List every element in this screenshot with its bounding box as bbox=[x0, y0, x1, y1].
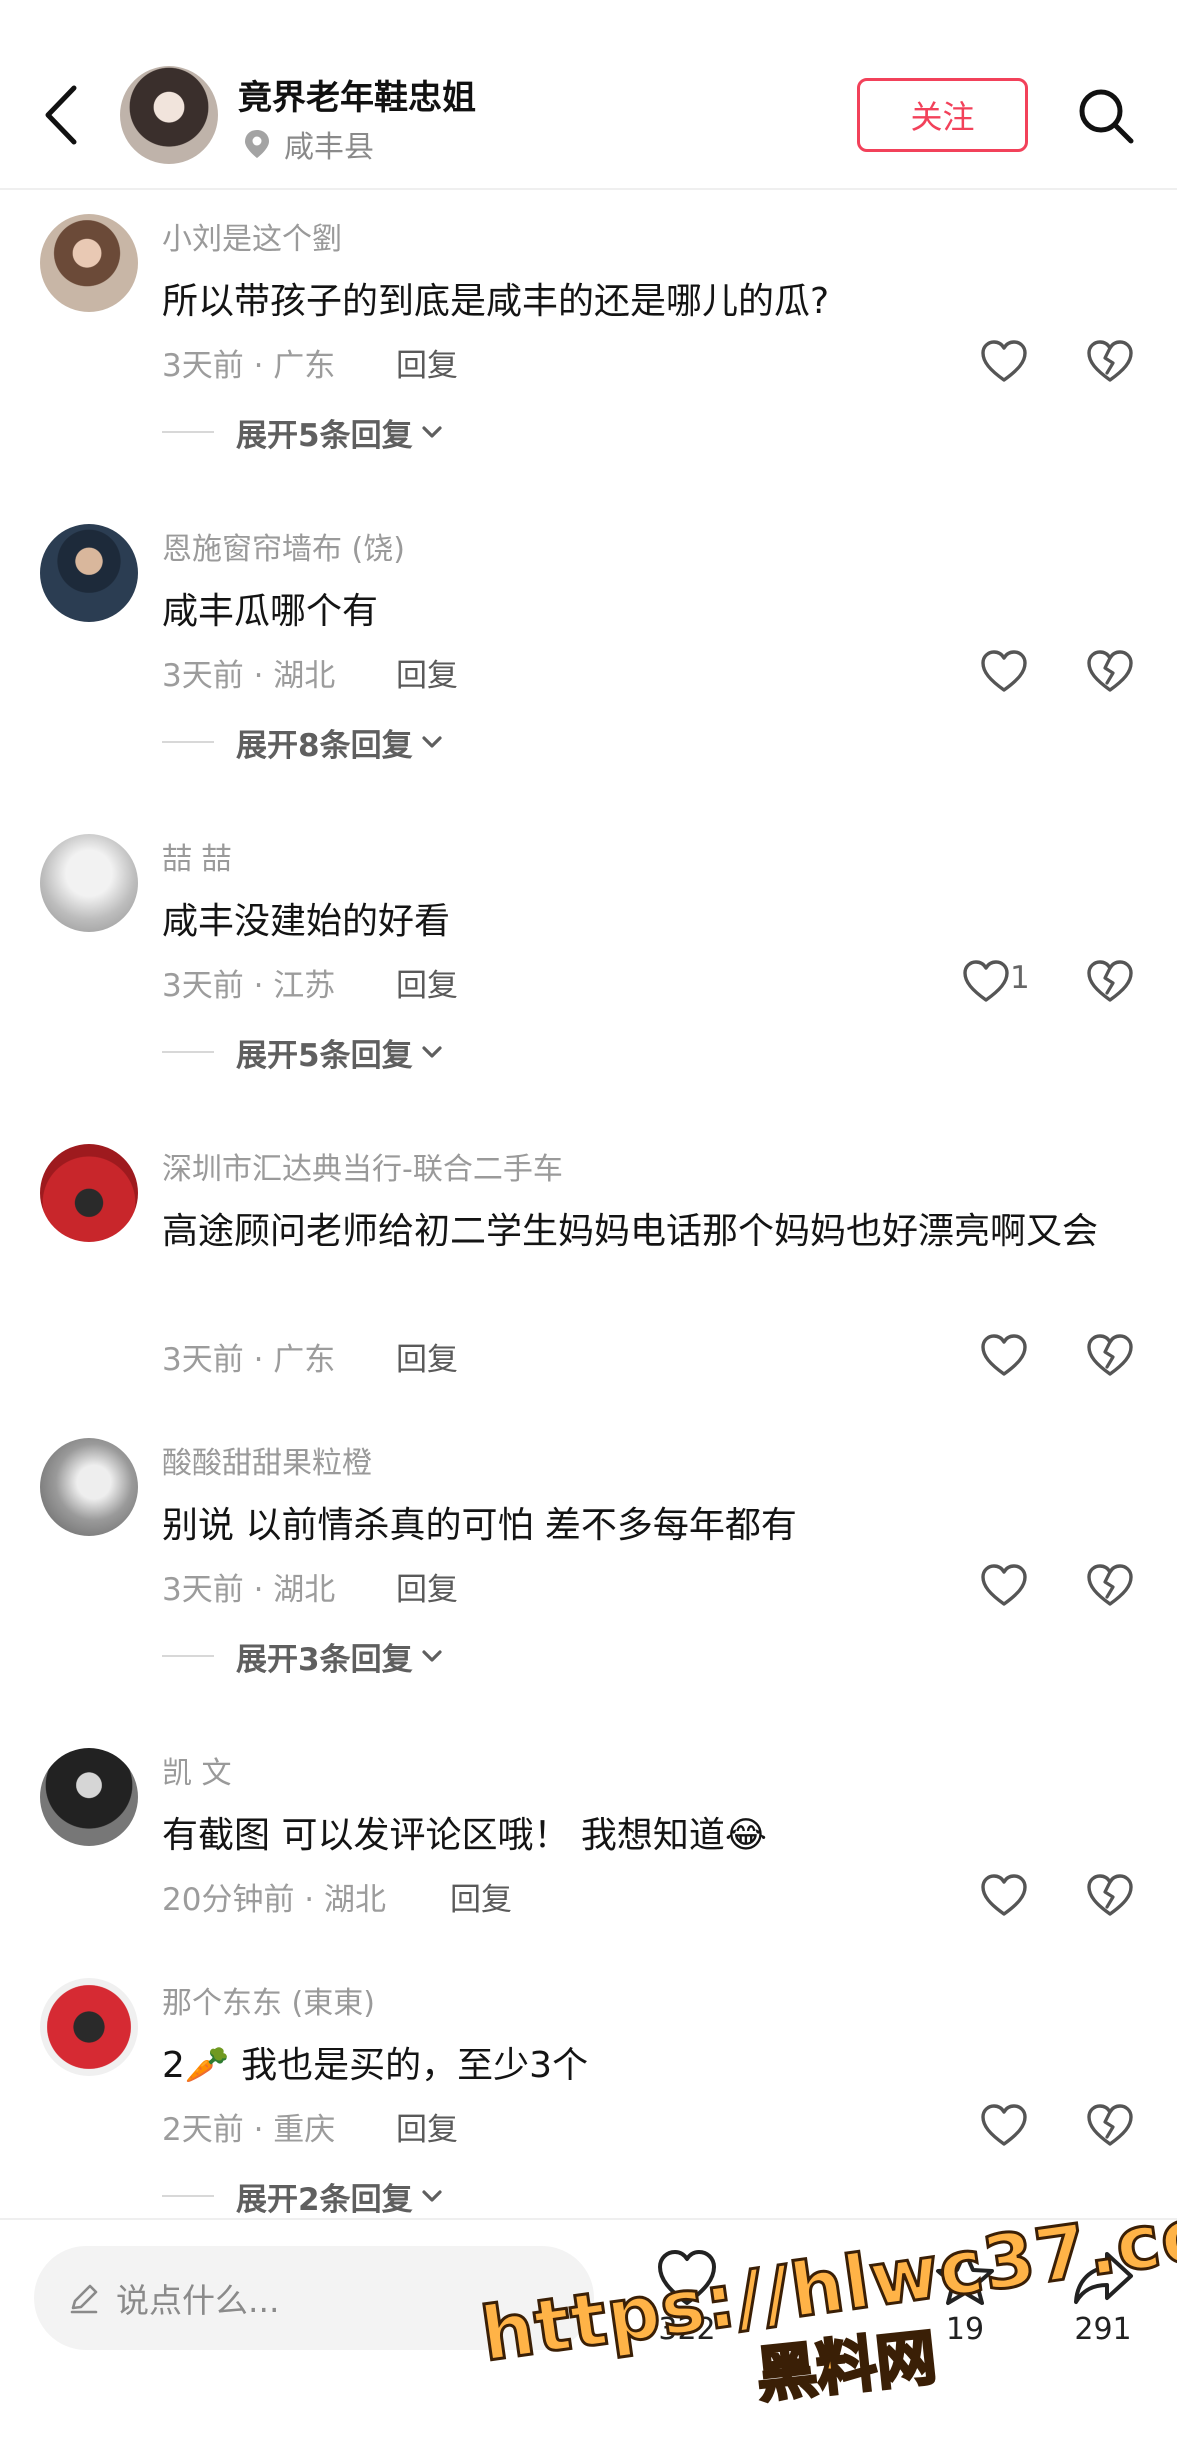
commenter-avatar[interactable] bbox=[40, 1438, 138, 1536]
comment-input[interactable]: 说点什么... bbox=[34, 2246, 594, 2350]
pencil-icon bbox=[70, 2284, 98, 2314]
comment-meta: 20分钟前 · 湖北 bbox=[162, 1882, 387, 1918]
chevron-down-icon bbox=[421, 734, 443, 750]
expand-replies-button[interactable]: 展开5条回复 bbox=[162, 412, 443, 454]
commenter-name[interactable]: 喆 喆 bbox=[162, 834, 232, 878]
reply-button[interactable]: 回复 bbox=[450, 1874, 512, 1919]
divider-line bbox=[162, 1655, 214, 1657]
commenter-name[interactable]: 那个东东 (東東) bbox=[162, 1978, 375, 2022]
follow-button[interactable]: 关注 bbox=[857, 78, 1028, 152]
expand-replies-button[interactable]: 展开2条回复 bbox=[162, 2176, 443, 2218]
reply-button[interactable]: 回复 bbox=[396, 1564, 458, 1609]
dislike-broken-heart-icon[interactable] bbox=[1086, 649, 1134, 693]
favorites-count: 19 bbox=[945, 2312, 985, 2347]
commenter-name[interactable]: 酸酸甜甜果粒橙 bbox=[162, 1438, 372, 1482]
expand-replies-button[interactable]: 展开5条回复 bbox=[162, 1032, 443, 1074]
favorite-stat[interactable]: 19 bbox=[910, 2248, 1020, 2347]
divider-line bbox=[162, 741, 214, 743]
comment-text[interactable]: 所以带孩子的到底是咸丰的还是哪儿的瓜? bbox=[162, 270, 1122, 334]
dislike-broken-heart-icon[interactable] bbox=[1086, 1873, 1134, 1917]
chevron-down-icon bbox=[421, 2188, 443, 2204]
top-bar: 竟界老年鞋忠姐 咸丰县 关注 bbox=[0, 0, 1177, 190]
share-stat[interactable]: 291 bbox=[1048, 2248, 1158, 2347]
expand-replies-label: 展开2条回复 bbox=[236, 2181, 413, 2218]
share-arrow-icon bbox=[1074, 2252, 1133, 2304]
star-icon bbox=[936, 2250, 994, 2305]
like-heart-icon[interactable] bbox=[980, 339, 1028, 383]
reply-button[interactable]: 回复 bbox=[396, 2104, 458, 2149]
like-heart-icon[interactable] bbox=[980, 1563, 1028, 1607]
chevron-down-icon bbox=[421, 424, 443, 440]
commenter-avatar[interactable] bbox=[40, 524, 138, 622]
like-heart-icon[interactable] bbox=[980, 649, 1028, 693]
reply-button[interactable]: 回复 bbox=[396, 1334, 458, 1379]
expand-replies-label: 展开3条回复 bbox=[236, 1641, 413, 1678]
comment-text[interactable]: 咸丰没建始的好看 bbox=[162, 890, 1122, 954]
dislike-broken-heart-icon[interactable] bbox=[1086, 339, 1134, 383]
account-name[interactable]: 竟界老年鞋忠姐 bbox=[238, 70, 476, 119]
heart-icon bbox=[658, 2250, 716, 2305]
location-pin-icon bbox=[245, 130, 269, 158]
commenter-name[interactable]: 凯 文 bbox=[162, 1748, 232, 1792]
reply-button[interactable]: 回复 bbox=[396, 650, 458, 695]
shares-count: 291 bbox=[1074, 2312, 1132, 2347]
chevron-down-icon bbox=[421, 1648, 443, 1664]
like-heart-icon[interactable] bbox=[980, 1873, 1028, 1917]
comment-text[interactable]: 别说 以前情杀真的可怕 差不多每年都有 bbox=[162, 1494, 1122, 1558]
location-text: 咸丰县 bbox=[284, 130, 374, 165]
like-stat[interactable]: 322 bbox=[632, 2248, 742, 2347]
expand-replies-label: 展开8条回复 bbox=[236, 727, 413, 764]
dislike-broken-heart-icon[interactable] bbox=[1086, 1563, 1134, 1607]
divider-line bbox=[162, 1051, 214, 1053]
like-count: 1 bbox=[1010, 960, 1030, 996]
comment-text[interactable]: 高途顾问老师给初二学生妈妈电话那个妈妈也好漂亮啊又会 bbox=[162, 1200, 1122, 1264]
comment-meta: 3天前 · 江苏 bbox=[162, 968, 336, 1004]
chevron-down-icon bbox=[421, 1044, 443, 1060]
expand-replies-label: 展开5条回复 bbox=[236, 1037, 413, 1074]
comment-input-placeholder: 说点什么... bbox=[116, 2281, 280, 2320]
commenter-avatar[interactable] bbox=[40, 1748, 138, 1846]
dislike-broken-heart-icon[interactable] bbox=[1086, 2103, 1134, 2147]
account-avatar[interactable] bbox=[120, 66, 218, 164]
commenter-avatar[interactable] bbox=[40, 1978, 138, 2076]
like-heart-icon[interactable] bbox=[980, 2103, 1028, 2147]
comment-meta: 3天前 · 广东 bbox=[162, 1342, 336, 1378]
like-heart-icon[interactable] bbox=[962, 959, 1010, 1003]
like-heart-icon[interactable] bbox=[980, 1333, 1028, 1377]
back-chevron-icon[interactable] bbox=[40, 82, 84, 148]
commenter-avatar[interactable] bbox=[40, 834, 138, 932]
bottom-action-bar: 说点什么... 322 19 291 bbox=[0, 2218, 1177, 2441]
commenter-avatar[interactable] bbox=[40, 1144, 138, 1242]
comment-text[interactable]: 2🥕 我也是买的，至少3个 bbox=[162, 2034, 1122, 2098]
expand-replies-label: 展开5条回复 bbox=[236, 417, 413, 454]
comment-meta: 2天前 · 重庆 bbox=[162, 2112, 336, 2148]
search-icon[interactable] bbox=[1076, 86, 1136, 146]
likes-count: 322 bbox=[658, 2312, 716, 2347]
expand-replies-button[interactable]: 展开3条回复 bbox=[162, 1636, 443, 1678]
comment-meta: 3天前 · 湖北 bbox=[162, 658, 336, 694]
dislike-broken-heart-icon[interactable] bbox=[1086, 1333, 1134, 1377]
comment-meta: 3天前 · 广东 bbox=[162, 348, 336, 384]
commenter-name[interactable]: 恩施窗帘墙布 (饶) bbox=[162, 524, 405, 568]
commenter-name[interactable]: 深圳市汇达典当行-联合二手车 bbox=[162, 1144, 563, 1188]
dislike-broken-heart-icon[interactable] bbox=[1086, 959, 1134, 1003]
location-row: 咸丰县 bbox=[244, 124, 374, 165]
divider-line bbox=[162, 431, 214, 433]
comment-text[interactable]: 有截图 可以发评论区哦！ 我想知道😂 bbox=[162, 1804, 1122, 1868]
comment-text[interactable]: 咸丰瓜哪个有 bbox=[162, 580, 1122, 644]
divider-line bbox=[162, 2195, 214, 2197]
expand-replies-button[interactable]: 展开8条回复 bbox=[162, 722, 443, 764]
reply-button[interactable]: 回复 bbox=[396, 340, 458, 385]
commenter-name[interactable]: 小刘是这个劉 bbox=[162, 214, 342, 258]
comment-meta: 3天前 · 湖北 bbox=[162, 1572, 336, 1608]
reply-button[interactable]: 回复 bbox=[396, 960, 458, 1005]
commenter-avatar[interactable] bbox=[40, 214, 138, 312]
